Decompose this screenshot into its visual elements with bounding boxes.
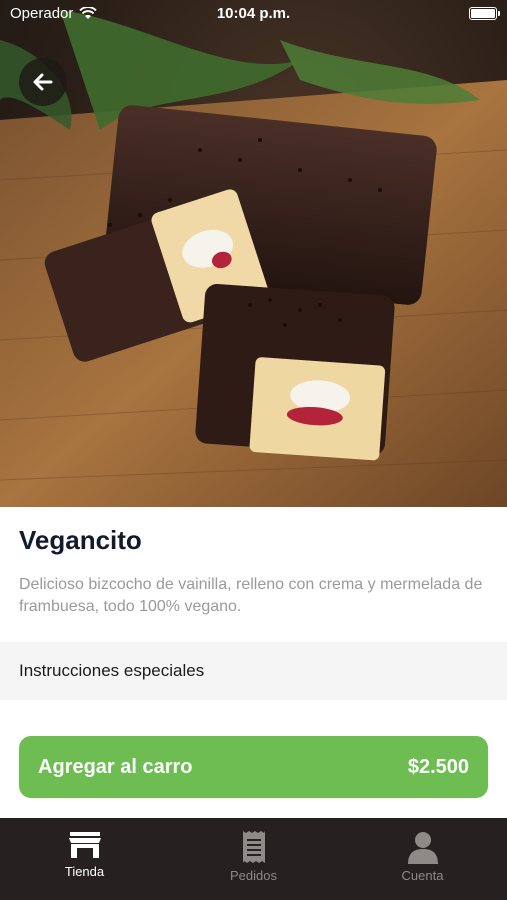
product-image [0, 0, 507, 507]
tab-tienda[interactable]: Tienda [0, 818, 169, 900]
tab-label: Cuenta [401, 868, 444, 883]
price-label: $2.500 [407, 755, 469, 778]
tab-pedidos[interactable]: Pedidos [169, 818, 338, 900]
battery-icon [469, 7, 500, 20]
add-to-cart-button[interactable]: Agregar al carro $2.500 [19, 736, 488, 798]
back-button[interactable] [19, 58, 67, 106]
special-instructions-label: Instrucciones especiales [19, 661, 205, 680]
status-bar: Operador 10:04 p.m. [0, 0, 507, 28]
special-instructions-field[interactable]: Instrucciones especiales [0, 642, 507, 700]
product-description: Delicioso bizcocho de vainilla, relleno … [19, 576, 483, 615]
arrow-left-icon [33, 73, 53, 91]
tab-label: Tienda [64, 864, 105, 879]
add-to-cart-label: Agregar al carro [38, 755, 193, 778]
product-title: Vegancito [19, 525, 142, 555]
store-icon [68, 832, 101, 858]
person-icon [407, 832, 438, 864]
product-photo-illustration [0, 10, 507, 507]
receipt-icon [242, 831, 265, 863]
status-time: 10:04 p.m. [216, 5, 291, 22]
tab-cuenta[interactable]: Cuenta [338, 818, 507, 900]
tab-bar: Tienda Pedidos Cuenta [0, 818, 507, 900]
tab-label: Pedidos [230, 868, 277, 883]
